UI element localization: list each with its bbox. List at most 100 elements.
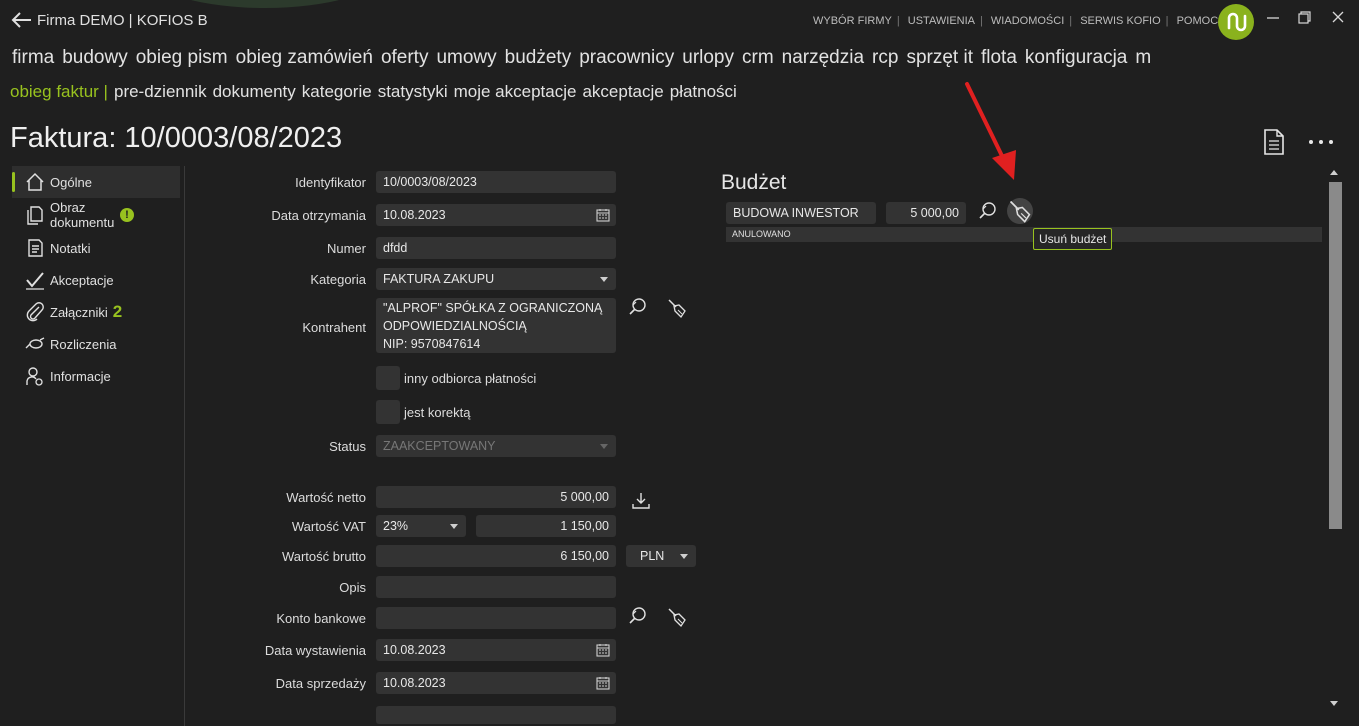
label-kategoria: Kategoria xyxy=(310,272,366,287)
wartosc-vat-field[interactable]: 1 150,00 xyxy=(476,515,616,537)
korekta-checkbox[interactable] xyxy=(376,400,400,424)
search-contractor-icon[interactable] xyxy=(627,296,649,318)
sidebar-item-notatki[interactable]: Notatki xyxy=(12,232,180,264)
scroll-down-icon[interactable] xyxy=(1330,701,1338,706)
vat-rate-select[interactable]: 23% xyxy=(376,515,466,537)
kategoria-select[interactable]: FAKTURA ZAKUPU xyxy=(376,268,616,290)
nav-urlopy[interactable]: urlopy xyxy=(682,47,734,68)
download-icon[interactable] xyxy=(630,490,652,512)
nav-pracownicy[interactable]: pracownicy xyxy=(579,47,674,68)
page-title: Faktura: 10/0003/08/2023 xyxy=(10,122,343,154)
data-sprzedazy-value: 10.08.2023 xyxy=(383,676,446,690)
notes-icon xyxy=(28,239,43,257)
nav-more[interactable]: m xyxy=(1135,47,1151,68)
subnav-moje-akceptacje[interactable]: moje akceptacje xyxy=(454,82,577,101)
scroll-up-icon[interactable] xyxy=(1330,170,1338,175)
sidebar-item-zalaczniki[interactable]: Załączniki 2 xyxy=(12,296,180,328)
nav-narzedzia[interactable]: narzędzia xyxy=(782,47,864,68)
paperclip-icon xyxy=(26,302,44,322)
sidebar-item-label: Informacje xyxy=(50,368,111,384)
sub-nav: obieg faktur | pre-dziennik dokumenty kateg… xyxy=(10,82,743,102)
nav-umowy[interactable]: umowy xyxy=(436,47,496,68)
konto-bankowe-field[interactable] xyxy=(376,607,616,629)
kontrahent-line-2: ODPOWIEDZIALNOŚCIĄ xyxy=(383,319,527,333)
data-sprzedazy-field[interactable]: 10.08.2023 xyxy=(376,672,616,694)
sidebar-item-obraz-dokumentu[interactable]: Obraz dokumentu ! xyxy=(12,198,180,232)
document-icon[interactable] xyxy=(1262,128,1286,156)
data-wystawienia-value: 10.08.2023 xyxy=(383,643,446,657)
label-konto-bankowe: Konto bankowe xyxy=(276,611,366,626)
search-bank-account-icon[interactable] xyxy=(627,605,649,627)
sidebar-item-akceptacje[interactable]: Akceptacje xyxy=(12,264,180,296)
data-wystawienia-field[interactable]: 10.08.2023 xyxy=(376,639,616,661)
calendar-icon[interactable] xyxy=(596,676,610,690)
subnav-akceptacje[interactable]: akceptacje xyxy=(582,82,663,101)
settlement-icon xyxy=(25,337,45,349)
identyfikator-field[interactable]: 10/0003/08/2023 xyxy=(376,171,616,193)
nav-sprzet-it[interactable]: sprzęt it xyxy=(906,47,973,68)
nav-firma[interactable]: firma xyxy=(12,47,54,68)
clear-broom-icon[interactable] xyxy=(666,606,688,628)
label-data-wystawienia: Data wystawienia xyxy=(264,643,366,658)
label-data-sprzedazy: Data sprzedaży xyxy=(275,676,366,691)
subnav-pre-dziennik[interactable]: pre-dziennik xyxy=(114,82,207,101)
sidebar-item-informacje[interactable]: Informacje xyxy=(12,360,180,392)
data-otrzymania-field[interactable]: 10.08.2023 xyxy=(376,204,616,226)
calendar-icon[interactable] xyxy=(596,643,610,657)
sidebar-item-rozliczenia[interactable]: Rozliczenia xyxy=(12,328,180,360)
more-options-icon[interactable] xyxy=(1307,130,1337,150)
link-wiadomosci[interactable]: WIADOMOŚCI xyxy=(991,15,1064,27)
clear-broom-icon[interactable] xyxy=(666,297,688,319)
document-pages-icon xyxy=(27,206,43,225)
sidebar-item-label: Akceptacje xyxy=(50,272,114,288)
sidebar-item-label: Notatki xyxy=(50,240,91,256)
kontrahent-field[interactable]: "ALPROF" SPÓŁKA Z OGRANICZONĄ ODPOWIEDZI… xyxy=(376,298,616,353)
restore-icon[interactable] xyxy=(1289,7,1319,29)
search-budget-icon[interactable] xyxy=(977,200,999,222)
back-arrow-icon[interactable] xyxy=(10,9,34,31)
nav-obieg-pism[interactable]: obieg pism xyxy=(136,47,228,68)
remove-budget-button[interactable] xyxy=(1007,198,1033,224)
annotation-arrow-icon xyxy=(965,82,1016,180)
nav-flota[interactable]: flota xyxy=(981,47,1017,68)
link-wybor-firmy[interactable]: WYBÓR FIRMY xyxy=(813,15,892,27)
subnav-kategorie[interactable]: kategorie xyxy=(302,82,372,101)
budget-name-field[interactable]: BUDOWA INWESTOR xyxy=(726,202,876,224)
next-field-partial[interactable] xyxy=(376,706,616,724)
nav-crm[interactable]: crm xyxy=(742,47,774,68)
subnav-statystyki[interactable]: statystyki xyxy=(378,82,448,101)
scrollbar-thumb[interactable] xyxy=(1329,182,1342,529)
link-pomoc[interactable]: POMOC xyxy=(1177,15,1219,27)
subnav-platnosci[interactable]: płatności xyxy=(670,82,737,101)
nav-oferty[interactable]: oferty xyxy=(381,47,429,68)
nav-obieg-zamowien[interactable]: obieg zamówień xyxy=(236,47,373,68)
link-serwis-kofio[interactable]: SERWIS KOFIO xyxy=(1080,15,1160,27)
subnav-obieg-faktur[interactable]: obieg faktur | xyxy=(10,82,108,101)
numer-field[interactable]: dfdd xyxy=(376,237,616,259)
budget-amount-field[interactable]: 5 000,00 xyxy=(886,202,966,224)
nav-budowy[interactable]: budowy xyxy=(62,47,128,68)
calendar-icon[interactable] xyxy=(596,208,610,222)
label-wartosc-vat: Wartość VAT xyxy=(291,519,366,534)
user-logo-icon[interactable] xyxy=(1218,4,1254,40)
subnav-dokumenty[interactable]: dokumenty xyxy=(213,82,296,101)
close-icon[interactable] xyxy=(1323,7,1353,29)
opis-field[interactable] xyxy=(376,576,616,598)
remove-budget-tooltip: Usuń budżet xyxy=(1033,228,1113,250)
currency-select[interactable]: PLN xyxy=(626,545,696,567)
nav-rcp[interactable]: rcp xyxy=(872,47,898,68)
budget-status-bar: ANULOWANO xyxy=(726,227,1322,242)
korekta-label: jest korektą xyxy=(404,405,471,420)
wartosc-netto-field[interactable]: 5 000,00 xyxy=(376,486,616,508)
nav-konfiguracja[interactable]: konfiguracja xyxy=(1025,47,1127,68)
sidebar-item-ogolne[interactable]: Ogólne xyxy=(12,166,180,198)
sidebar-item-label: Ogólne xyxy=(50,174,92,190)
wartosc-brutto-field[interactable]: 6 150,00 xyxy=(376,545,616,567)
link-ustawienia[interactable]: USTAWIENIA xyxy=(908,15,975,27)
nav-budzety[interactable]: budżety xyxy=(505,47,572,68)
inny-odbiorca-checkbox[interactable] xyxy=(376,366,400,390)
minimize-icon[interactable] xyxy=(1258,7,1288,29)
label-wartosc-netto: Wartość netto xyxy=(286,490,366,505)
header-decoration xyxy=(150,0,380,8)
logo-mark-icon xyxy=(1227,12,1247,32)
